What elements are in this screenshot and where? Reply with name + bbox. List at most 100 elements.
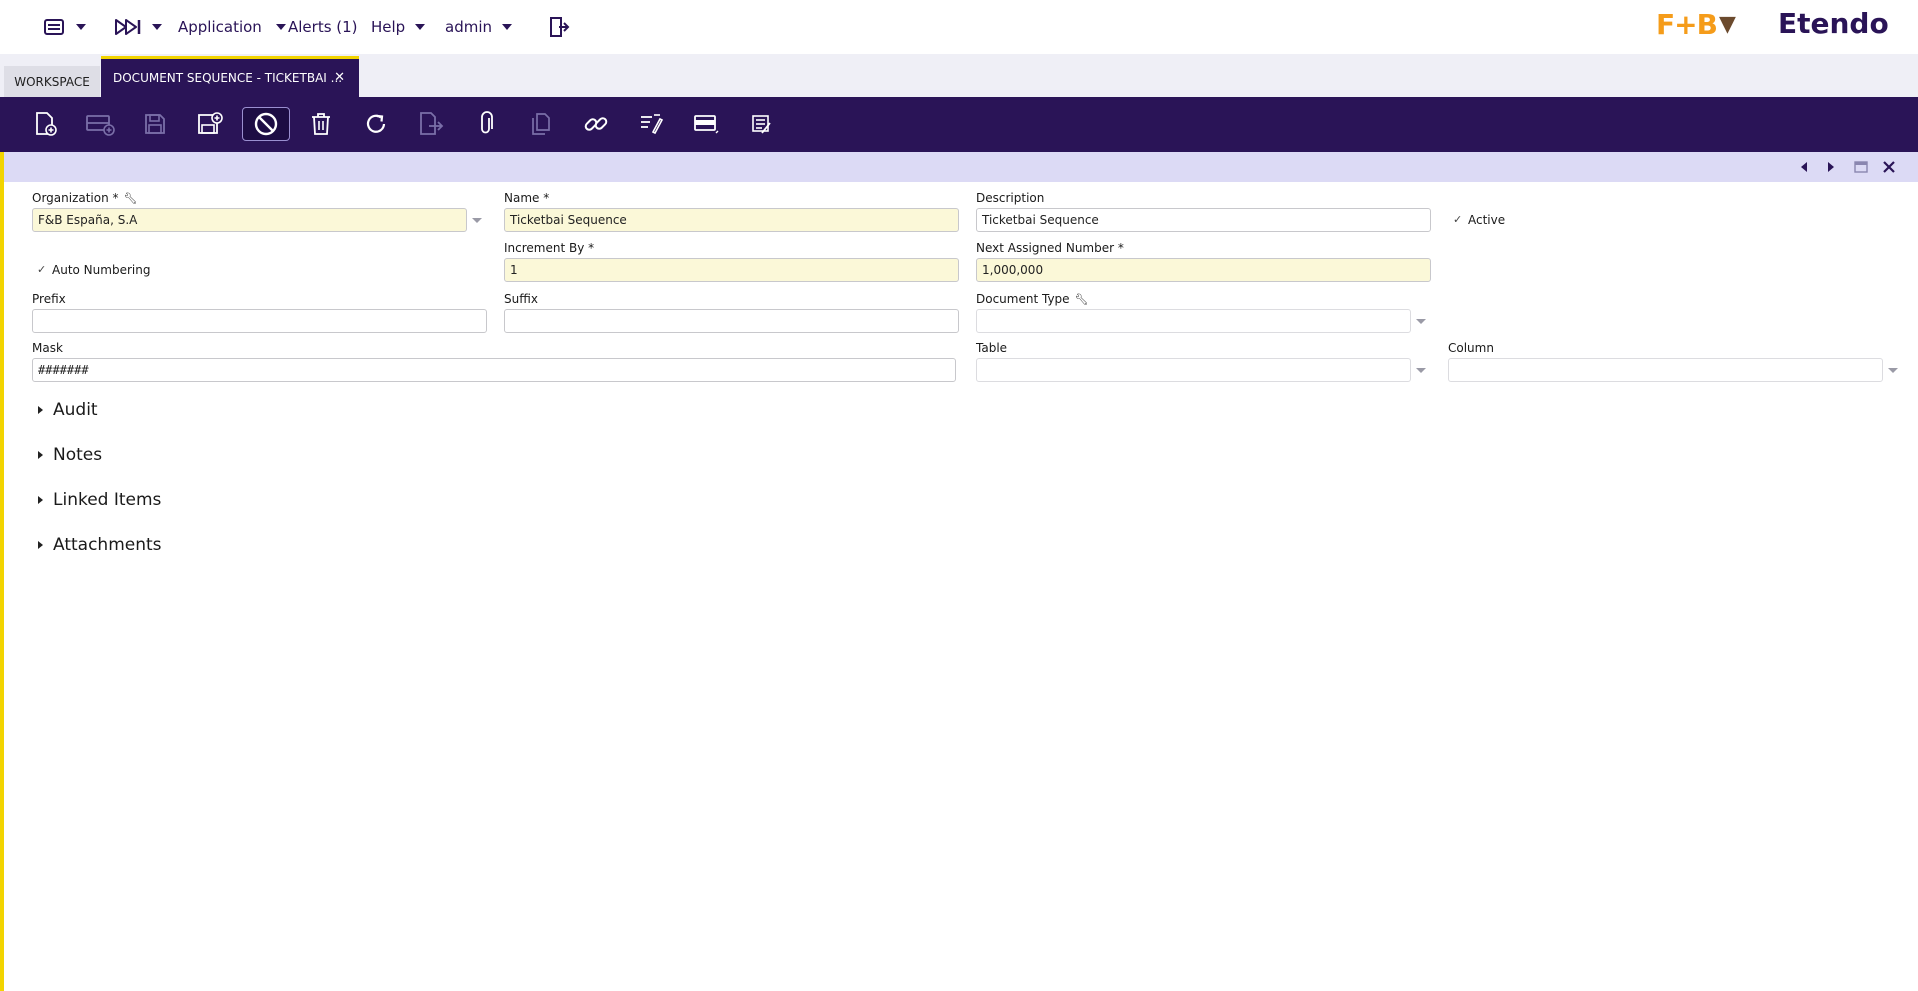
section-audit[interactable]: Audit bbox=[38, 399, 98, 421]
wrench-icon[interactable]: 🔧︎ bbox=[124, 191, 138, 206]
app-window: Application Alerts (1) Help admin F+B ▼ E… bbox=[0, 0, 1918, 991]
etendo-logo-text: Etendo bbox=[1778, 6, 1889, 40]
description-value: Ticketbai Sequence bbox=[982, 213, 1099, 227]
maximize-icon[interactable] bbox=[1854, 160, 1868, 174]
mask-field[interactable]: ####### bbox=[32, 358, 956, 382]
section-linked-items-label: Linked Items bbox=[53, 490, 162, 510]
document-type-dropdown-icon[interactable] bbox=[1416, 319, 1426, 324]
notes-button[interactable] bbox=[737, 107, 785, 141]
trash-icon bbox=[312, 113, 330, 135]
chevron-down-icon bbox=[76, 24, 86, 30]
active-checkbox[interactable]: ✓ bbox=[1453, 213, 1462, 226]
chevron-down-icon bbox=[152, 24, 162, 30]
link-button[interactable] bbox=[572, 107, 620, 141]
chevron-down-icon bbox=[415, 24, 426, 30]
etendo-logo: Etendo bbox=[1778, 6, 1889, 40]
help-menu[interactable]: Help bbox=[371, 14, 426, 40]
expand-arrow-icon bbox=[38, 451, 43, 459]
organization-dropdown-icon[interactable] bbox=[472, 218, 482, 223]
undo-button[interactable] bbox=[242, 107, 290, 141]
description-label: Description bbox=[976, 191, 1045, 205]
new-document-button[interactable] bbox=[21, 107, 69, 141]
organization-label-text: Organization * bbox=[32, 191, 119, 205]
workspace-menu-button[interactable] bbox=[44, 14, 86, 40]
table-field[interactable] bbox=[976, 358, 1411, 382]
expand-arrow-icon bbox=[38, 496, 43, 504]
auto-numbering-label: Auto Numbering bbox=[52, 263, 151, 277]
organization-label: Organization * 🔧︎ bbox=[32, 191, 138, 206]
increment-by-label: Increment By * bbox=[504, 241, 595, 255]
clone-button bbox=[517, 107, 565, 141]
section-linked-items[interactable]: Linked Items bbox=[38, 489, 161, 511]
previous-record-icon[interactable] bbox=[1798, 160, 1810, 174]
section-attachments-label: Attachments bbox=[53, 535, 162, 555]
clone-icon bbox=[532, 113, 550, 135]
mask-value: ####### bbox=[38, 363, 89, 377]
next-assigned-number-value: 1,000,000 bbox=[982, 263, 1044, 277]
quick-launch-button[interactable] bbox=[114, 14, 162, 40]
name-value: Ticketbai Sequence bbox=[510, 213, 627, 227]
new-row-button bbox=[76, 107, 124, 141]
application-menu[interactable]: Application bbox=[178, 14, 286, 40]
fb-logo: F+B ▼ bbox=[1656, 7, 1736, 41]
chevron-down-icon bbox=[502, 24, 512, 30]
notes-icon bbox=[752, 115, 771, 134]
name-field[interactable]: Ticketbai Sequence bbox=[504, 208, 959, 232]
tab-document-sequence[interactable]: DOCUMENT SEQUENCE - TICKETBAI ... ✕ bbox=[101, 56, 359, 97]
description-field[interactable]: Ticketbai Sequence bbox=[976, 208, 1431, 232]
user-menu-label: admin bbox=[445, 18, 492, 36]
document-type-field[interactable] bbox=[976, 309, 1411, 333]
export-button bbox=[407, 107, 455, 141]
refresh-button[interactable] bbox=[352, 107, 400, 141]
next-record-icon[interactable] bbox=[1825, 160, 1837, 174]
fast-forward-icon bbox=[115, 19, 141, 35]
column-field[interactable] bbox=[1448, 358, 1883, 382]
next-assigned-number-label: Next Assigned Number * bbox=[976, 241, 1124, 255]
user-menu[interactable]: admin bbox=[445, 14, 512, 40]
grid-view-icon bbox=[694, 115, 719, 134]
fb-logo-text: F+B bbox=[1656, 7, 1718, 41]
wine-glass-icon: ▼ bbox=[1718, 11, 1736, 37]
audit-icon bbox=[641, 114, 664, 135]
next-assigned-number-field[interactable]: 1,000,000 bbox=[976, 258, 1431, 282]
section-notes-label: Notes bbox=[53, 445, 103, 465]
new-row-icon bbox=[86, 115, 115, 136]
save-close-icon bbox=[198, 112, 223, 134]
close-view-icon[interactable] bbox=[1882, 160, 1896, 174]
increment-by-field[interactable]: 1 bbox=[504, 258, 959, 282]
document-type-label: Document Type 🔧︎ bbox=[976, 292, 1089, 307]
close-tab-icon[interactable]: ✕ bbox=[334, 70, 345, 85]
delete-button[interactable] bbox=[297, 107, 345, 141]
expand-arrow-icon bbox=[38, 406, 43, 414]
record-navigation-bar bbox=[4, 152, 1918, 182]
section-notes[interactable]: Notes bbox=[38, 444, 102, 466]
organization-field[interactable]: F&B España, S.A bbox=[32, 208, 467, 232]
suffix-field[interactable] bbox=[504, 309, 959, 333]
alerts-link[interactable]: Alerts (1) bbox=[288, 14, 358, 40]
form-toolbar bbox=[0, 97, 1918, 152]
chevron-down-icon bbox=[275, 24, 286, 30]
attach-button[interactable] bbox=[462, 107, 510, 141]
name-label: Name * bbox=[504, 191, 550, 205]
table-dropdown-icon[interactable] bbox=[1416, 368, 1426, 373]
tab-document-sequence-label: DOCUMENT SEQUENCE - TICKETBAI ... bbox=[113, 71, 343, 85]
save-close-button[interactable] bbox=[186, 107, 234, 141]
help-menu-label: Help bbox=[371, 18, 406, 36]
logout-icon bbox=[550, 17, 570, 37]
tab-workspace[interactable]: WORKSPACE bbox=[4, 66, 100, 97]
expand-arrow-icon bbox=[38, 541, 43, 549]
prefix-field[interactable] bbox=[32, 309, 487, 333]
new-document-icon bbox=[36, 112, 57, 136]
grid-view-button[interactable] bbox=[682, 107, 730, 141]
auto-numbering-checkbox[interactable]: ✓ bbox=[37, 263, 46, 276]
logout-button[interactable] bbox=[548, 14, 570, 40]
save-icon bbox=[145, 114, 165, 134]
organization-value: F&B España, S.A bbox=[38, 213, 138, 227]
section-attachments[interactable]: Attachments bbox=[38, 534, 162, 556]
menu-list-icon bbox=[44, 19, 64, 35]
save-button bbox=[131, 107, 179, 141]
audit-trail-button[interactable] bbox=[627, 107, 675, 141]
wrench-icon[interactable]: 🔧︎ bbox=[1075, 292, 1089, 307]
link-icon bbox=[584, 117, 608, 131]
column-dropdown-icon[interactable] bbox=[1888, 368, 1898, 373]
